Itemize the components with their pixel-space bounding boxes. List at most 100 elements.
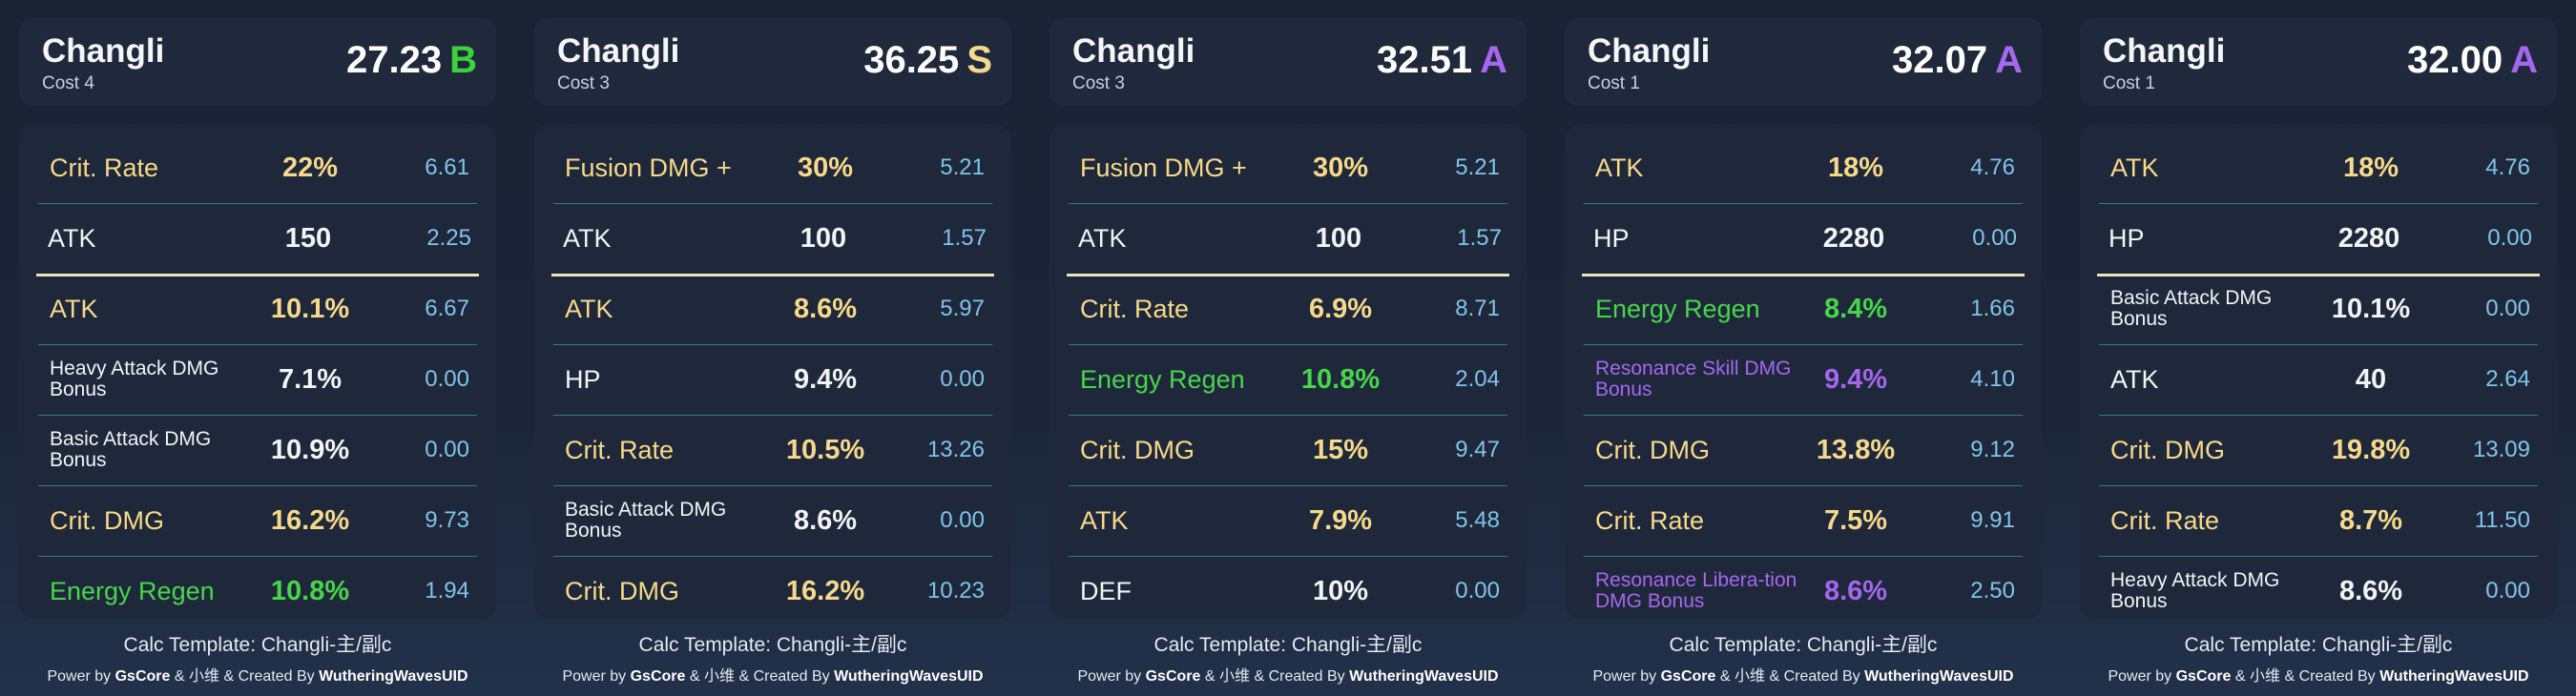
stat-label: ATK (563, 223, 612, 253)
score-value: 32.51 (1377, 39, 1473, 81)
credits-uid: WutheringWavesUID (2379, 668, 2529, 685)
stat-value: 8.6% (2338, 575, 2403, 606)
stat-score: 6.67 (425, 296, 469, 321)
stat-row: Crit. Rate 8.7% 11.50 (2099, 485, 2538, 557)
stat-score: 9.73 (425, 507, 469, 533)
stat-row: ATK 18% 4.76 (2099, 133, 2538, 204)
stat-label: ATK (1080, 505, 1129, 535)
stat-value: 9.4% (793, 363, 858, 395)
stat-row: Crit. Rate 6.9% 8.71 (1069, 274, 1507, 345)
stat-score: 0.00 (1455, 578, 1500, 604)
stat-row: Crit. DMG 15% 9.47 (1069, 415, 1507, 486)
stat-score: 0.00 (1972, 225, 2017, 251)
stat-label: Energy Regen (1080, 364, 1245, 394)
stat-value: 19.8% (2331, 434, 2411, 465)
stat-row: Basic Attack DMG Bonus 10.1% 0.00 (2099, 274, 2538, 345)
echo-header: Changli Cost 3 36.25 S (534, 18, 1011, 106)
credits-created-by: & Created By (738, 668, 830, 685)
credits-xiaowei: 小维 (2249, 668, 2280, 685)
echo-header: Changli Cost 1 32.00 A (2080, 18, 2557, 106)
score-value: 27.23 (346, 39, 443, 81)
credits-xiaowei: 小维 (703, 668, 735, 685)
stat-value: 8.6% (793, 504, 858, 536)
stat-score: 2.50 (1970, 578, 2015, 604)
stat-value: 6.9% (1308, 293, 1373, 324)
stat-label: Heavy Attack DMG Bonus (50, 358, 219, 400)
stat-value: 30% (797, 152, 854, 183)
credits: Power by GsCore & 小维 & Created By Wuther… (1565, 663, 2042, 686)
stat-score: 0.00 (2485, 578, 2530, 604)
stat-value: 15% (1312, 434, 1369, 465)
stat-value: 8.7% (2338, 504, 2403, 536)
stat-value: 10.5% (785, 434, 865, 465)
stat-score: 8.71 (1455, 296, 1500, 321)
credits-power-by: Power by (2108, 668, 2172, 685)
stat-label: Crit. Rate (1080, 294, 1190, 323)
echo-cost: Cost 1 (2103, 73, 2155, 93)
stat-row: ATK 7.9% 5.48 (1069, 485, 1507, 557)
stat-label: Energy Regen (1595, 294, 1760, 323)
stat-label: Crit. DMG (1080, 435, 1195, 464)
echo-header: Changli Cost 1 32.07 A (1565, 18, 2042, 106)
stat-value: 10% (1312, 575, 1369, 606)
credits-created-by: & Created By (2284, 668, 2376, 685)
stat-label: ATK (1078, 223, 1127, 253)
echo-total-score: 32.00 A (2407, 39, 2538, 82)
credits-uid: WutheringWavesUID (834, 668, 984, 685)
echo-total-score: 36.25 S (863, 39, 992, 82)
stat-value: 10.9% (270, 434, 350, 465)
echo-header: Changli Cost 3 32.51 A (1049, 18, 1527, 106)
stat-list: Fusion DMG + 30% 5.21 ATK 100 1.57 ATK 8… (534, 125, 1011, 619)
stat-row: Resonance Libera-tion DMG Bonus 8.6% 2.5… (1584, 556, 2023, 626)
stat-row: Energy Regen 8.4% 1.66 (1584, 274, 2023, 345)
credits-amp: & (174, 668, 185, 685)
stat-label: Crit. DMG (565, 576, 679, 605)
stat-label: ATK (2110, 153, 2159, 182)
echo-total-score: 32.07 A (1892, 39, 2023, 82)
stat-score: 0.00 (425, 437, 469, 462)
stat-row: ATK 100 1.57 (551, 203, 994, 276)
stat-row: Basic Attack DMG Bonus 8.6% 0.00 (553, 485, 992, 557)
stat-row: Crit. Rate 22% 6.61 (38, 133, 477, 204)
stat-score: 11.50 (2474, 507, 2530, 533)
stat-row: Crit. DMG 13.8% 9.12 (1584, 415, 2023, 486)
stat-score: 6.61 (425, 154, 469, 180)
stat-value: 2280 (2337, 222, 2400, 254)
credits-amp: & (1204, 668, 1215, 685)
stat-score: 0.00 (425, 366, 469, 392)
stat-value: 2280 (1822, 222, 1885, 254)
credits: Power by GsCore & 小维 & Created By Wuther… (2080, 663, 2557, 686)
stat-label: Crit. Rate (1595, 505, 1705, 535)
credits-xiaowei: 小维 (1218, 668, 1250, 685)
score-grade: A (1480, 39, 1507, 81)
stat-value: 8.6% (793, 293, 858, 324)
stat-value: 16.2% (270, 504, 350, 536)
score-grade: A (2510, 39, 2538, 81)
echo-cost: Cost 3 (1072, 73, 1125, 93)
stat-score: 2.64 (2485, 366, 2530, 392)
stat-label: Crit. Rate (2110, 505, 2220, 535)
stat-row: Resonance Skill DMG Bonus 9.4% 4.10 (1584, 344, 2023, 416)
stat-value: 100 (800, 222, 847, 254)
calc-template: Calc Template: Changli-主/副c (123, 634, 392, 656)
stat-value: 150 (284, 222, 332, 254)
echo-card-4: Changli Cost 1 32.07 A ATK 18% 4.76 HP 22… (1565, 0, 2042, 696)
stat-label: HP (1593, 223, 1630, 253)
stat-value: 10.1% (270, 293, 350, 324)
stat-row: ATK 40 2.64 (2099, 344, 2538, 416)
stat-value: 8.6% (1823, 575, 1888, 606)
stat-row: Heavy Attack DMG Bonus 7.1% 0.00 (38, 344, 477, 416)
stat-label: Crit. DMG (1595, 435, 1710, 464)
stat-row: ATK 18% 4.76 (1584, 133, 2023, 204)
stat-label: ATK (50, 294, 98, 323)
stat-row: Fusion DMG + 30% 5.21 (1069, 133, 1507, 204)
stat-row: Crit. Rate 10.5% 13.26 (553, 415, 992, 486)
stat-label: Fusion DMG + (1080, 153, 1247, 182)
stat-score: 0.00 (2487, 225, 2532, 251)
credits: Power by GsCore & 小维 & Created By Wuther… (534, 663, 1011, 686)
echo-cost: Cost 1 (1588, 73, 1640, 93)
calc-template: Calc Template: Changli-主/副c (1153, 634, 1423, 656)
stat-score: 5.48 (1455, 507, 1500, 533)
stat-value: 10.1% (2331, 293, 2411, 324)
stat-value: 13.8% (1816, 434, 1896, 465)
